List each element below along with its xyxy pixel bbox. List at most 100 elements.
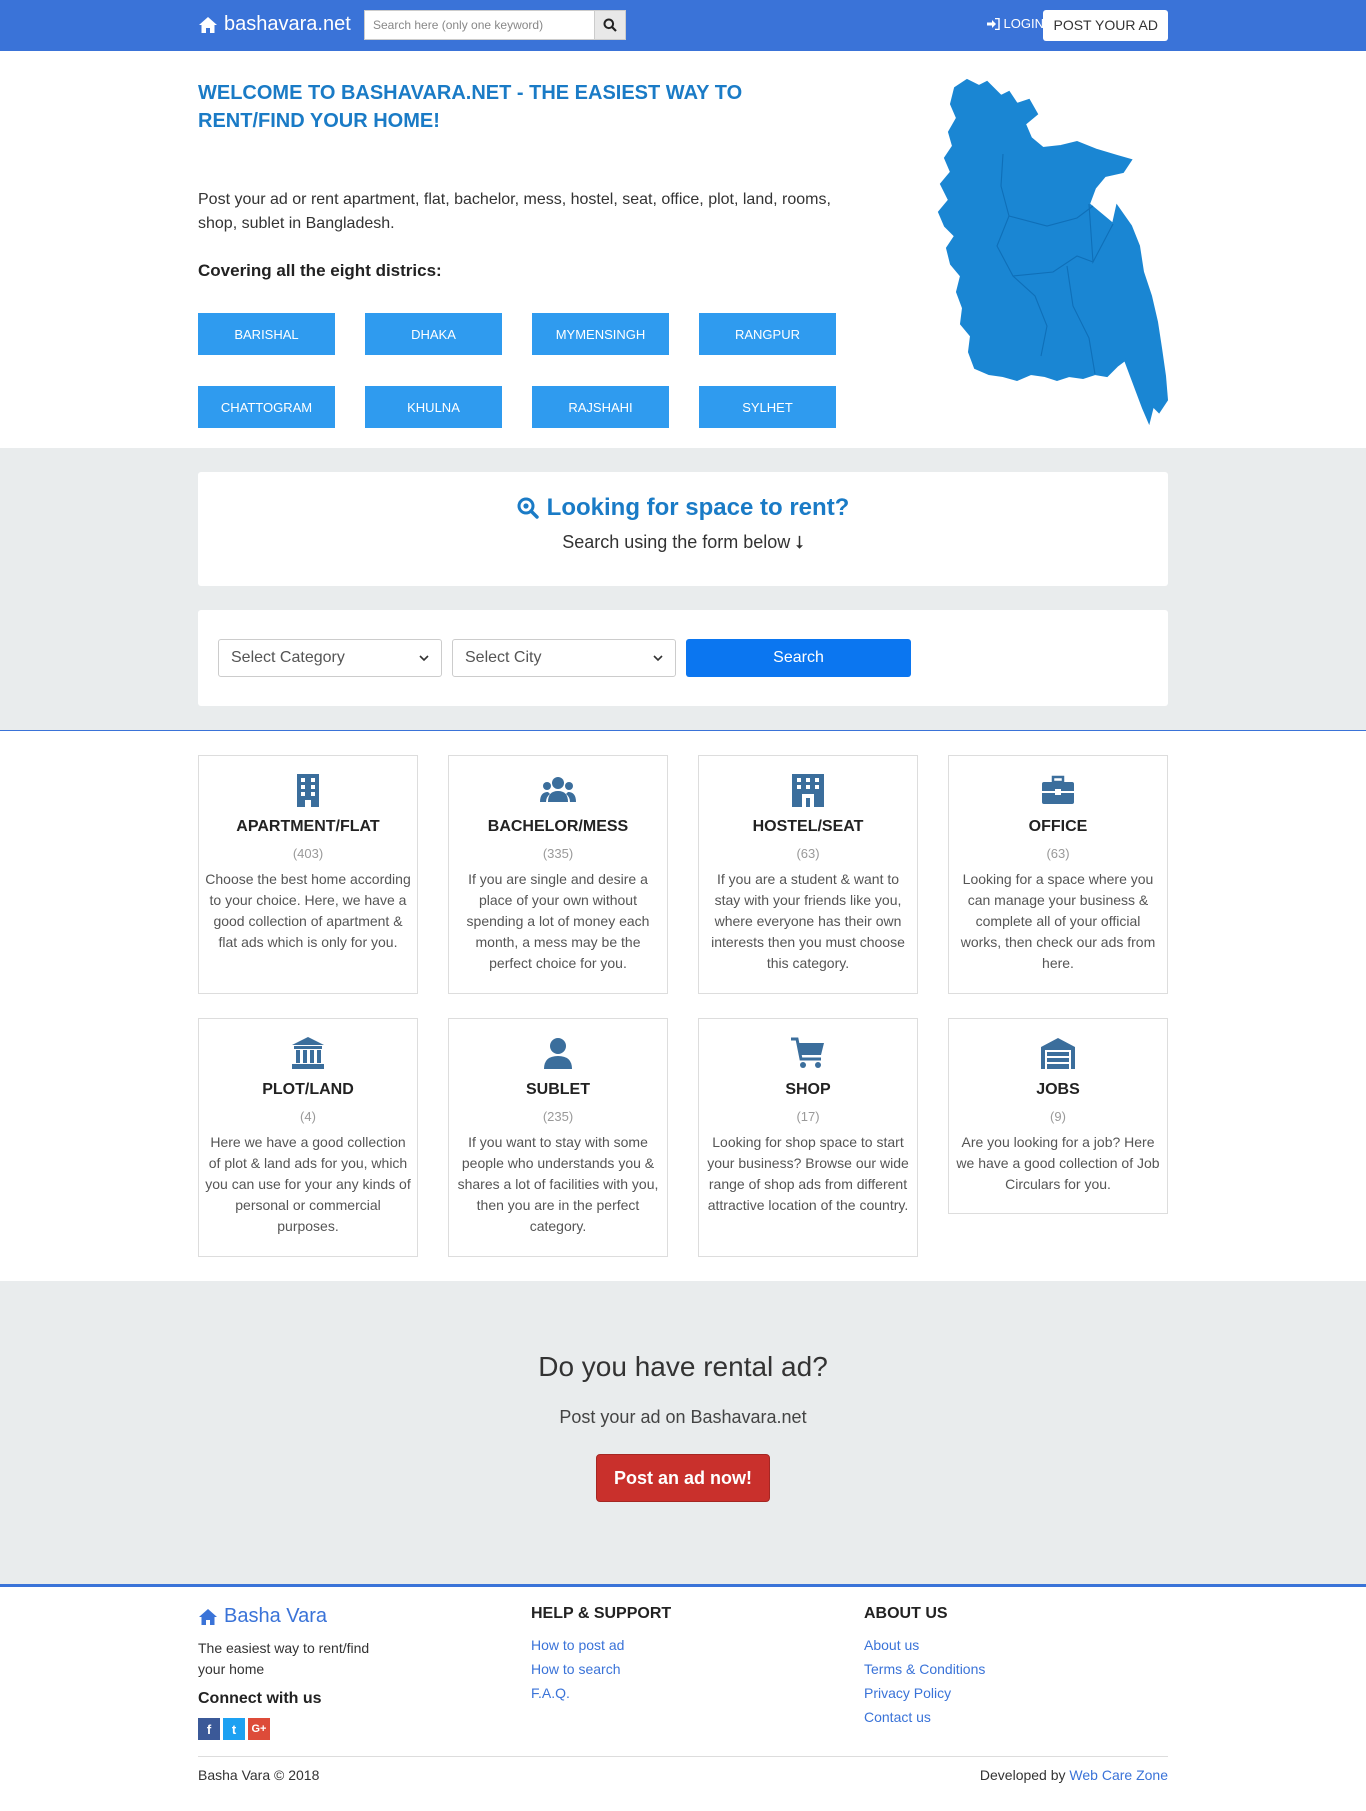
login-link[interactable]: LOGIN	[986, 16, 1044, 31]
category-card-hostel[interactable]: HOSTEL/SEAT (63) If you are a student & …	[698, 755, 918, 994]
footer-about-column: ABOUT US About us Terms & Conditions Pri…	[864, 1605, 985, 1729]
category-count: (17)	[796, 1109, 820, 1124]
footer-help-column: HELP & SUPPORT How to post ad How to sea…	[531, 1605, 671, 1705]
chevron-down-icon	[419, 654, 429, 661]
looking-heading: Looking for space to rent?	[517, 494, 850, 522]
hostel-icon	[792, 774, 824, 807]
footer-brand[interactable]: Basha Vara	[198, 1605, 398, 1628]
cta-heading: Do you have rental ad?	[538, 1351, 828, 1382]
category-title: OFFICE	[1028, 818, 1088, 835]
district-barishal-button[interactable]: BARISHAL	[198, 313, 335, 355]
category-card-plot[interactable]: PLOT/LAND (4) Here we have a good collec…	[198, 1018, 418, 1257]
warehouse-icon	[1041, 1038, 1075, 1069]
bank-icon	[292, 1037, 324, 1069]
developer-credit: Developed by Web Care Zone	[979, 1767, 1168, 1783]
login-label: LOGIN	[1003, 16, 1044, 31]
city-select-value: Select City	[465, 649, 542, 666]
google-plus-icon[interactable]: G+	[248, 1718, 270, 1740]
looking-title: Looking for space to rent?	[546, 494, 850, 521]
search-submit-button[interactable]: Search	[686, 639, 911, 677]
district-dhaka-button[interactable]: DHAKA	[365, 313, 502, 355]
category-count: (63)	[1046, 846, 1070, 861]
twitter-icon[interactable]: t	[223, 1718, 245, 1740]
footer-link-how-to-search[interactable]: How to search	[531, 1657, 671, 1681]
footer-bottom-bar: Basha Vara © 2018 Developed by Web Care …	[198, 1756, 1168, 1783]
developer-link[interactable]: Web Care Zone	[1069, 1767, 1168, 1783]
copyright: Basha Vara © 2018	[198, 1767, 320, 1783]
category-select[interactable]: Select Category	[218, 639, 442, 677]
district-mymensingh-button[interactable]: MYMENSINGH	[532, 313, 669, 355]
category-title: SHOP	[785, 1081, 831, 1098]
connect-heading: Connect with us	[198, 1690, 322, 1707]
footer-brand-name: Basha Vara	[224, 1605, 328, 1627]
site-footer: Basha Vara The easiest way to rent/find …	[198, 1587, 1168, 1783]
sign-in-icon	[986, 17, 1000, 30]
search-icon	[603, 18, 617, 32]
category-card-apartment[interactable]: APARTMENT/FLAT (403) Choose the best hom…	[198, 755, 418, 994]
home-icon	[199, 1608, 217, 1625]
footer-link-contact[interactable]: Contact us	[864, 1705, 985, 1729]
category-card-jobs[interactable]: JOBS (9) Are you looking for a job? Here…	[948, 1018, 1168, 1214]
footer-tagline: The easiest way to rent/find your home	[198, 1640, 370, 1677]
search-band: Looking for space to rent? Search using …	[0, 448, 1366, 731]
category-card-office[interactable]: OFFICE (63) Looking for a space where yo…	[948, 755, 1168, 994]
footer-link-how-to-post[interactable]: How to post ad	[531, 1633, 671, 1657]
district-rajshahi-button[interactable]: RAJSHAHI	[532, 386, 669, 428]
users-icon	[540, 777, 576, 802]
facebook-icon[interactable]: f	[198, 1718, 220, 1740]
category-count: (63)	[796, 846, 820, 861]
search-button[interactable]	[594, 10, 626, 40]
footer-link-terms[interactable]: Terms & Conditions	[864, 1657, 985, 1681]
category-title: PLOT/LAND	[262, 1081, 354, 1098]
category-description: Looking for shop space to start your bus…	[707, 1134, 909, 1213]
footer-link-about[interactable]: About us	[864, 1633, 985, 1657]
category-description: If you are single and desire a place of …	[466, 871, 650, 971]
category-title: BACHELOR/MESS	[487, 818, 629, 835]
category-description: If you want to stay with some people who…	[457, 1134, 659, 1234]
social-links: f t G+	[198, 1718, 398, 1740]
district-buttons: BARISHAL DHAKA MYMENSINGH RANGPUR CHATTO…	[198, 313, 838, 428]
category-description: If you are a student & want to stay with…	[711, 871, 905, 971]
post-your-ad-button[interactable]: POST YOUR AD	[1043, 10, 1168, 41]
category-title: HOSTEL/SEAT	[752, 818, 864, 835]
bangladesh-map[interactable]	[917, 76, 1169, 426]
search-input[interactable]	[364, 10, 594, 40]
header-search	[364, 10, 626, 40]
category-count: (235)	[542, 1109, 574, 1124]
footer-link-faq[interactable]: F.A.Q.	[531, 1681, 671, 1705]
city-select[interactable]: Select City	[452, 639, 676, 677]
category-count: (4)	[300, 1109, 316, 1124]
district-khulna-button[interactable]: KHULNA	[365, 386, 502, 428]
arrow-down-icon: ⭣	[795, 532, 804, 552]
post-ad-now-button[interactable]: Post an ad now!	[596, 1454, 770, 1502]
search-location-icon	[517, 497, 539, 519]
category-description: Choose the best home according to your c…	[205, 871, 411, 950]
category-card-sublet[interactable]: SUBLET (235) If you want to stay with so…	[448, 1018, 668, 1257]
user-icon	[544, 1038, 572, 1069]
districts-heading: Covering all the eight districs:	[198, 261, 442, 280]
category-title: APARTMENT/FLAT	[236, 818, 380, 835]
category-count: (9)	[1050, 1109, 1066, 1124]
welcome-heading: WELCOME TO BASHAVARA.NET - THE EASIEST W…	[198, 82, 743, 132]
briefcase-icon	[1042, 775, 1074, 804]
cart-icon	[791, 1037, 824, 1068]
category-card-bachelor[interactable]: BACHELOR/MESS (335) If you are single an…	[448, 755, 668, 994]
footer-brand-column: Basha Vara The easiest way to rent/find …	[198, 1605, 398, 1740]
about-heading: ABOUT US	[864, 1605, 948, 1622]
looking-box: Looking for space to rent? Search using …	[198, 472, 1168, 586]
district-sylhet-button[interactable]: SYLHET	[699, 386, 836, 428]
hero-lead: Post your ad or rent apartment, flat, ba…	[198, 191, 831, 232]
category-count: (335)	[542, 846, 574, 861]
help-heading: HELP & SUPPORT	[531, 1605, 672, 1622]
district-rangpur-button[interactable]: RANGPUR	[699, 313, 836, 355]
brand-logo[interactable]: bashavara.net	[198, 13, 351, 36]
category-count: (403)	[292, 846, 324, 861]
category-grid: APARTMENT/FLAT (403) Choose the best hom…	[198, 755, 1168, 1281]
district-chattogram-button[interactable]: CHATTOGRAM	[198, 386, 335, 428]
footer-link-privacy[interactable]: Privacy Policy	[864, 1681, 985, 1705]
category-card-shop[interactable]: SHOP (17) Looking for shop space to star…	[698, 1018, 918, 1257]
search-form: Select Category Select City Search	[198, 610, 1168, 706]
hero-section: WELCOME TO BASHAVARA.NET - THE EASIEST W…	[198, 51, 1169, 448]
home-icon	[199, 16, 217, 33]
category-description: Are you looking for a job? Here we have …	[956, 1134, 1160, 1192]
